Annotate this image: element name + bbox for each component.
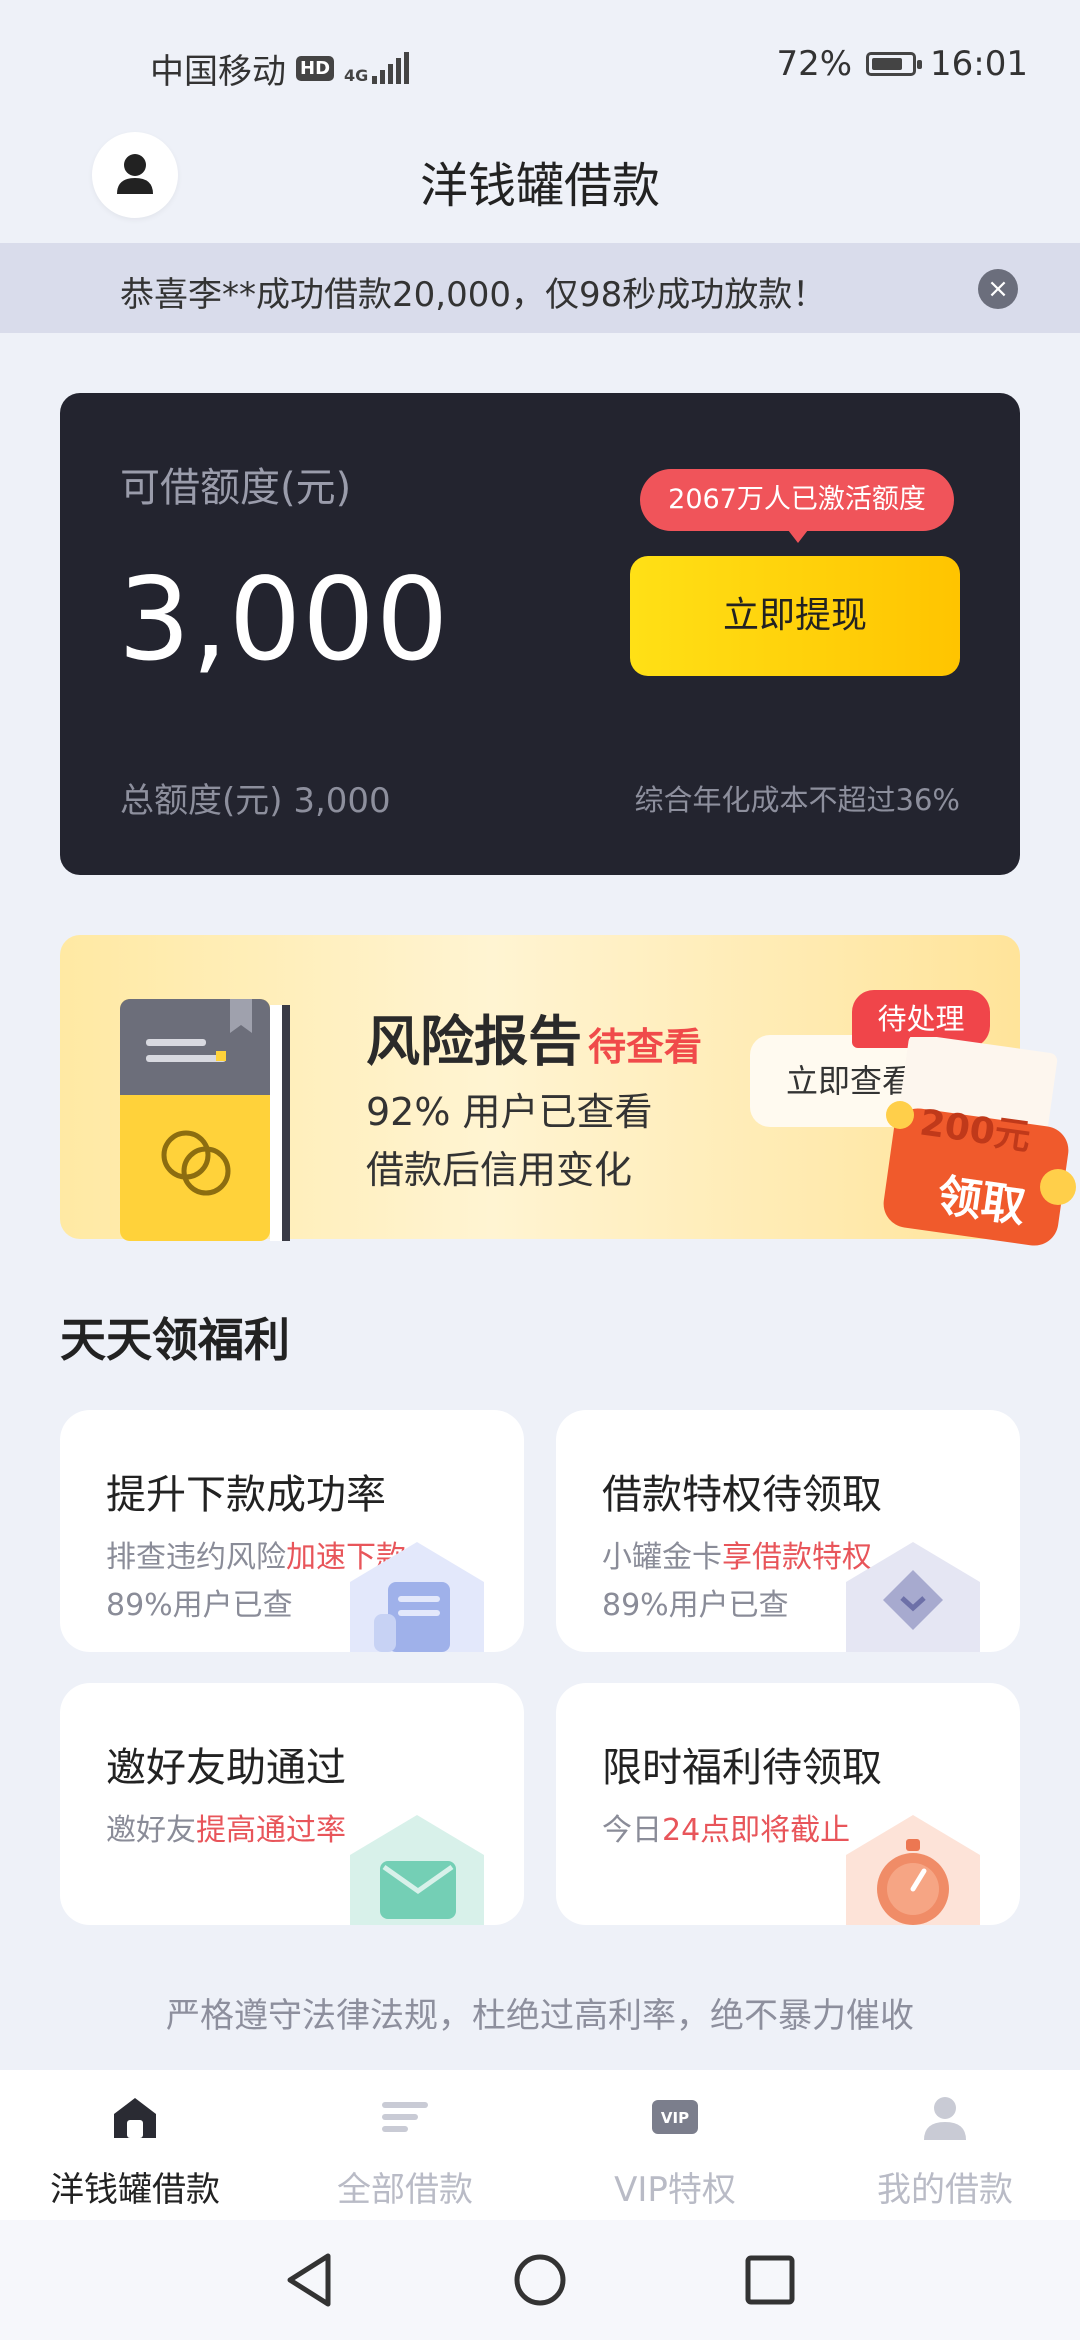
card-subtitle: 今日24点即将截止 (602, 1813, 851, 1848)
tab-label: 全部借款 (337, 2170, 473, 2210)
clock: 16:01 (930, 44, 1028, 84)
compliance-note: 严格遵守法律法规，杜绝过高利率，绝不暴力催收 (166, 1996, 914, 2036)
hd-icon: HD (296, 56, 335, 81)
welfare-card-limited[interactable]: 限时福利待领取 今日24点即将截止 (556, 1683, 1020, 1925)
tab-label: VIP特权 (614, 2170, 736, 2210)
risk-report-banner[interactable]: 风险报告 待查看 92% 用户已查看 借款后信用变化 立即查看 待处理 200元 … (60, 935, 1076, 1246)
card-subtitle: 小罐金卡享借款特权 (602, 1540, 872, 1575)
diamond-icon (846, 1542, 980, 1652)
report-book-icon (120, 999, 290, 1241)
status-right: 72% 16:01 (776, 44, 1028, 84)
risk-title: 风险报告 待查看 (366, 1010, 703, 1073)
activation-bubble: 2067万人已激活额度 (640, 469, 954, 543)
recents-icon[interactable] (742, 2250, 798, 2310)
welfare-section-title: 天天领福利 (60, 1313, 290, 1367)
card-stat: 89%用户已查 (602, 1588, 789, 1623)
status-left: 中国移动 HD 4G (150, 44, 410, 93)
battery-icon (866, 52, 923, 76)
total-credit: 总额度(元) 3,000 (120, 781, 391, 821)
envelope-icon (350, 1815, 484, 1925)
home-circle-icon[interactable] (512, 2250, 568, 2310)
coupon-claim-label: 领取 (934, 1170, 1029, 1233)
list-icon (382, 2102, 428, 2132)
coupon-200-sticker[interactable]: 200元 领取 (880, 1037, 1080, 1257)
page-title: 洋钱罐借款 (419, 158, 660, 214)
card-title: 借款特权待领取 (602, 1472, 882, 1518)
card-title: 提升下款成功率 (106, 1472, 386, 1518)
carrier-name: 中国移动 (150, 52, 286, 92)
welfare-card-invite[interactable]: 邀好友助通过 邀好友提高通过率 (60, 1683, 524, 1925)
tab-home[interactable]: 洋钱罐借款 (0, 2070, 270, 2220)
welfare-card-privilege[interactable]: 借款特权待领取 小罐金卡享借款特权 89%用户已查 (556, 1410, 1020, 1652)
network-icon: 4G (344, 51, 410, 84)
vip-icon: VIP (652, 2100, 698, 2134)
tab-label: 洋钱罐借款 (50, 2170, 220, 2210)
system-nav-bar (0, 2220, 1080, 2340)
home-icon (114, 2098, 156, 2138)
welfare-card-boost-rate[interactable]: 提升下款成功率 排查违约风险加速下款 89%用户已查 (60, 1410, 524, 1652)
notice-bar: 恭喜李**成功借款20,000，仅98秒成功放款！ × (0, 243, 1080, 333)
signal-icon (372, 51, 410, 84)
status-bar: 中国移动 HD 4G 72% 16:01 (0, 0, 1080, 130)
card-stat: 89%用户已查 (106, 1588, 293, 1623)
withdraw-button[interactable]: 立即提现 (630, 556, 960, 676)
svg-text:VIP: VIP (661, 2109, 689, 2127)
back-icon[interactable] (282, 2250, 338, 2310)
tab-my-loans[interactable]: 我的借款 (810, 2070, 1080, 2220)
close-icon[interactable]: × (978, 269, 1018, 309)
document-icon (350, 1542, 484, 1652)
card-title: 限时福利待领取 (602, 1745, 882, 1791)
rate-note: 综合年化成本不超过36% (634, 783, 960, 817)
credit-card: 可借额度(元) 3,000 2067万人已激活额度 立即提现 总额度(元) 3,… (60, 393, 1020, 875)
risk-viewed-stat: 92% 用户已查看 (366, 1090, 653, 1134)
credit-amount: 3,000 (118, 553, 450, 686)
battery-percent: 72% (776, 44, 853, 84)
user-icon (924, 2097, 966, 2140)
credit-label: 可借额度(元) (120, 465, 352, 511)
risk-title-tag: 待查看 (588, 1025, 703, 1069)
tab-all-loans[interactable]: 全部借款 (270, 2070, 540, 2220)
stopwatch-icon (846, 1815, 980, 1925)
bottom-nav: 洋钱罐借款 全部借款 VIP VIP特权 我的借款 (0, 2070, 1080, 2220)
tab-label: 我的借款 (877, 2170, 1013, 2210)
tab-vip[interactable]: VIP VIP特权 (540, 2070, 810, 2220)
risk-subtitle: 借款后信用变化 (366, 1148, 633, 1192)
notice-text: 恭喜李**成功借款20,000，仅98秒成功放款！ (120, 275, 827, 315)
card-subtitle: 邀好友提高通过率 (106, 1813, 346, 1848)
card-title: 邀好友助通过 (106, 1745, 346, 1791)
